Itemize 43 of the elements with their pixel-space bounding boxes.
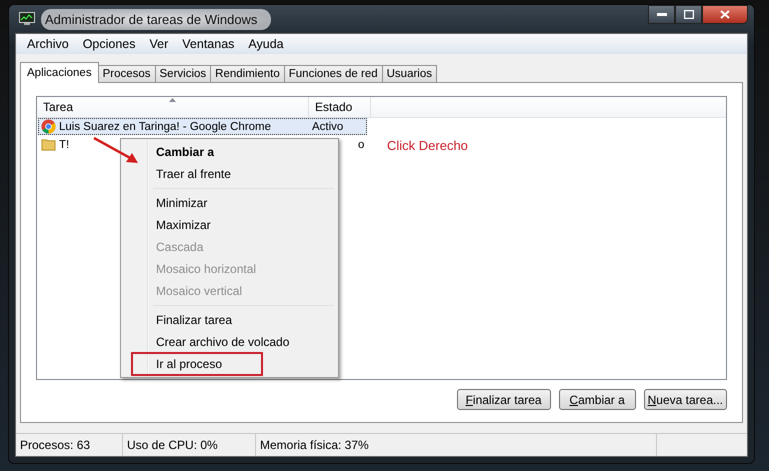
browser-icon: [41, 119, 56, 134]
task-row[interactable]: Luis Suarez en Taringa! - Google Chrome Activo: [38, 118, 367, 135]
status-bar-field: Uso de CPU: 0%: [123, 434, 256, 456]
context-menu-item[interactable]: Cambiar a: [124, 141, 336, 163]
menu-item[interactable]: Ayuda: [241, 37, 291, 51]
context-menu-item[interactable]: Crear archivo de volcado: [124, 331, 336, 353]
maximize-button[interactable]: [675, 5, 702, 24]
action-button[interactable]: Cambiar a: [558, 389, 636, 410]
tab[interactable]: Funciones de red: [284, 65, 383, 82]
menu-item[interactable]: Ver: [142, 37, 176, 51]
tab[interactable]: Servicios: [154, 65, 212, 82]
action-button[interactable]: Finalizar tarea: [456, 389, 551, 410]
close-button[interactable]: [702, 5, 748, 24]
tab[interactable]: Aplicaciones: [20, 62, 99, 83]
column-header[interactable]: Tarea: [37, 97, 309, 117]
task-status: o: [358, 138, 364, 150]
minimize-button[interactable]: [648, 5, 675, 24]
context-menu-item[interactable]: Maximizar: [124, 214, 336, 236]
annotation-text: Click Derecho: [387, 138, 468, 153]
status-bar-field: Procesos: 63: [16, 434, 123, 456]
tab[interactable]: Procesos: [98, 65, 156, 82]
status-bar-field: Memoria física: 37%: [256, 434, 657, 456]
menu-item[interactable]: Ventanas: [175, 37, 242, 51]
action-button[interactable]: Nueva tarea...: [644, 389, 727, 410]
minimize-icon: [656, 12, 666, 16]
context-menu-item[interactable]: Finalizar tarea: [124, 309, 336, 331]
tab[interactable]: Usuarios: [382, 65, 438, 82]
context-menu-item[interactable]: Minimizar: [124, 192, 336, 214]
monitor-icon: [19, 12, 35, 26]
maximize-icon: [684, 10, 694, 19]
column-header[interactable]: Estado: [309, 97, 371, 117]
window-title: Administrador de tareas de Windows: [41, 8, 272, 30]
menu-item[interactable]: Archivo: [20, 37, 76, 51]
context-menu-item[interactable]: Ir al proceso: [132, 353, 262, 375]
menu-item[interactable]: Opciones: [76, 37, 142, 51]
context-menu-item[interactable]: Traer al frente: [124, 163, 336, 185]
task-name: Luis Suarez en Taringa! - Google Chrome: [59, 120, 272, 132]
tab[interactable]: Rendimiento: [210, 65, 285, 82]
task-name: T!: [59, 138, 70, 150]
column-title: Tarea: [43, 100, 74, 114]
close-icon: [720, 10, 730, 19]
task-status: Activo: [312, 120, 344, 132]
folder-icon: [41, 137, 56, 152]
